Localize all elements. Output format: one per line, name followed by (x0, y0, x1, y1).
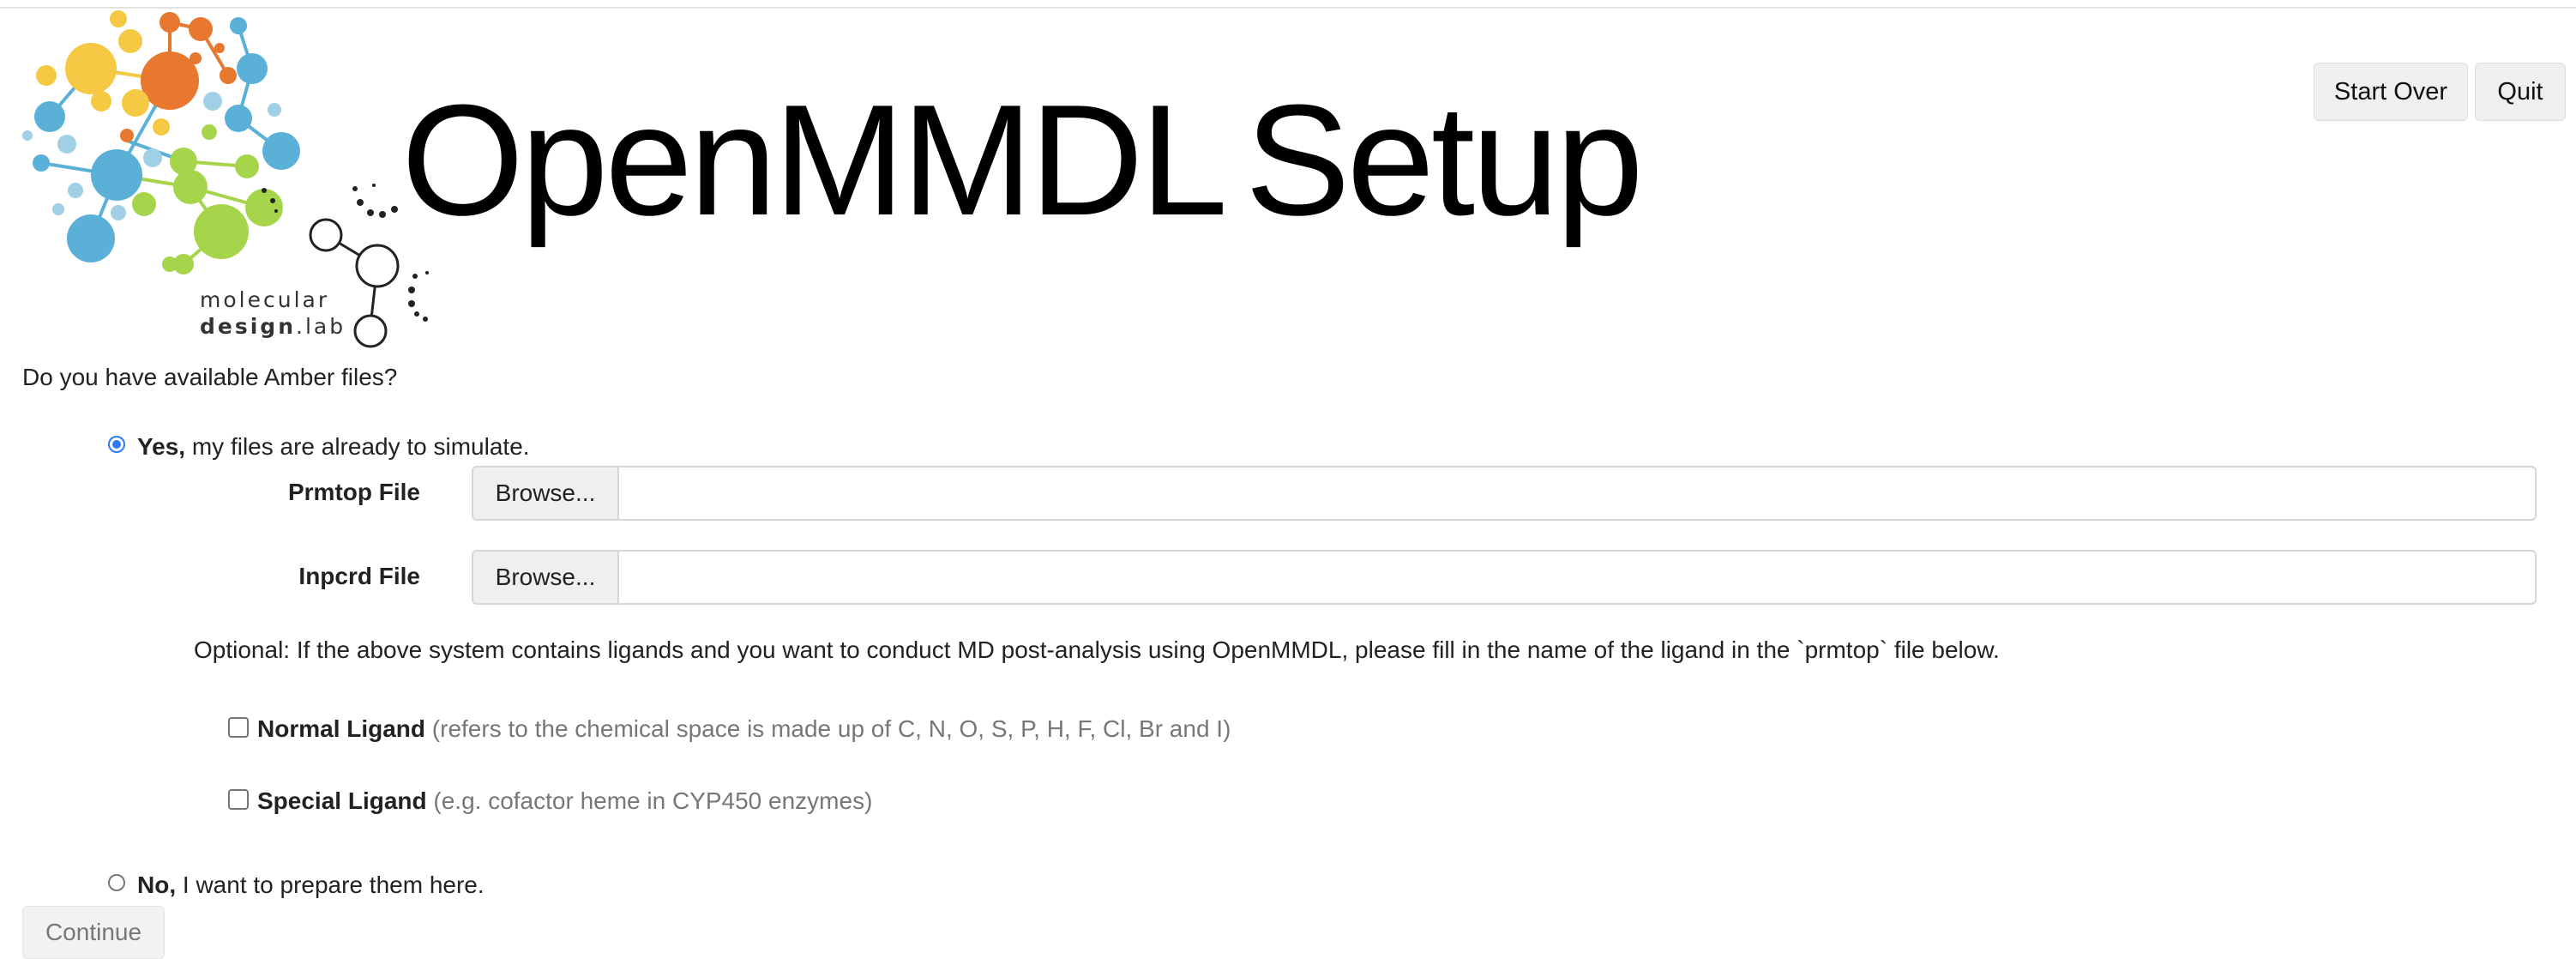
logo-line1: molecular (200, 287, 330, 312)
normal-ligand-hint: (refers to the chemical space is made up… (425, 715, 1231, 742)
page-title-part2: Setup (1244, 71, 1644, 248)
prmtop-file-name (619, 467, 2535, 519)
special-ligand-hint: (e.g. cofactor heme in CYP450 enzymes) (426, 787, 873, 814)
special-ligand-checkbox[interactable] (228, 789, 249, 810)
logo-wordmark: molecular design.lab (200, 286, 388, 340)
normal-ligand-checkbox[interactable] (228, 717, 249, 738)
inpcrd-file-label: Inpcrd File (298, 563, 420, 589)
inpcrd-file-input[interactable]: Browse... (472, 550, 2537, 605)
normal-ligand-label[interactable]: Normal Ligand (refers to the chemical sp… (257, 715, 1231, 743)
optional-ligand-note: Optional: If the above system contains l… (194, 636, 2000, 663)
prmtop-file-input[interactable]: Browse... (472, 466, 2537, 521)
option-no-text: I want to prepare them here. (176, 872, 485, 898)
radio-yes[interactable] (108, 436, 125, 453)
option-no-label[interactable]: No, I want to prepare them here. (137, 872, 485, 899)
normal-ligand-bold: Normal Ligand (257, 715, 426, 742)
special-ligand-label[interactable]: Special Ligand (e.g. cofactor heme in CY… (257, 787, 872, 815)
prmtop-file-label: Prmtop File (287, 479, 420, 505)
page-title: OpenMMDL Setup (401, 71, 1644, 248)
inpcrd-browse-button[interactable]: Browse... (473, 552, 619, 603)
amber-files-question: Do you have available Amber files? (22, 364, 398, 390)
option-yes-text: my files are already to simulate. (185, 433, 530, 460)
option-yes-bold: Yes, (137, 433, 186, 460)
radio-no[interactable] (108, 874, 125, 891)
continue-button[interactable]: Continue (22, 906, 165, 959)
quit-button[interactable]: Quit (2475, 63, 2566, 121)
start-over-button[interactable]: Start Over (2314, 63, 2468, 121)
special-ligand-bold: Special Ligand (257, 787, 427, 814)
logo-line2: design.lab (200, 313, 388, 340)
page-title-part1: OpenMMDL (401, 71, 1228, 248)
logo-line2-bold: design (200, 314, 296, 339)
molecular-design-lab-logo: molecular design.lab (15, 7, 461, 350)
logo-line2-rest: .lab (296, 314, 346, 339)
inpcrd-file-name (619, 552, 2535, 603)
prmtop-browse-button[interactable]: Browse... (473, 467, 619, 519)
option-yes-label[interactable]: Yes, my files are already to simulate. (137, 433, 530, 461)
option-no-bold: No, (137, 872, 177, 898)
